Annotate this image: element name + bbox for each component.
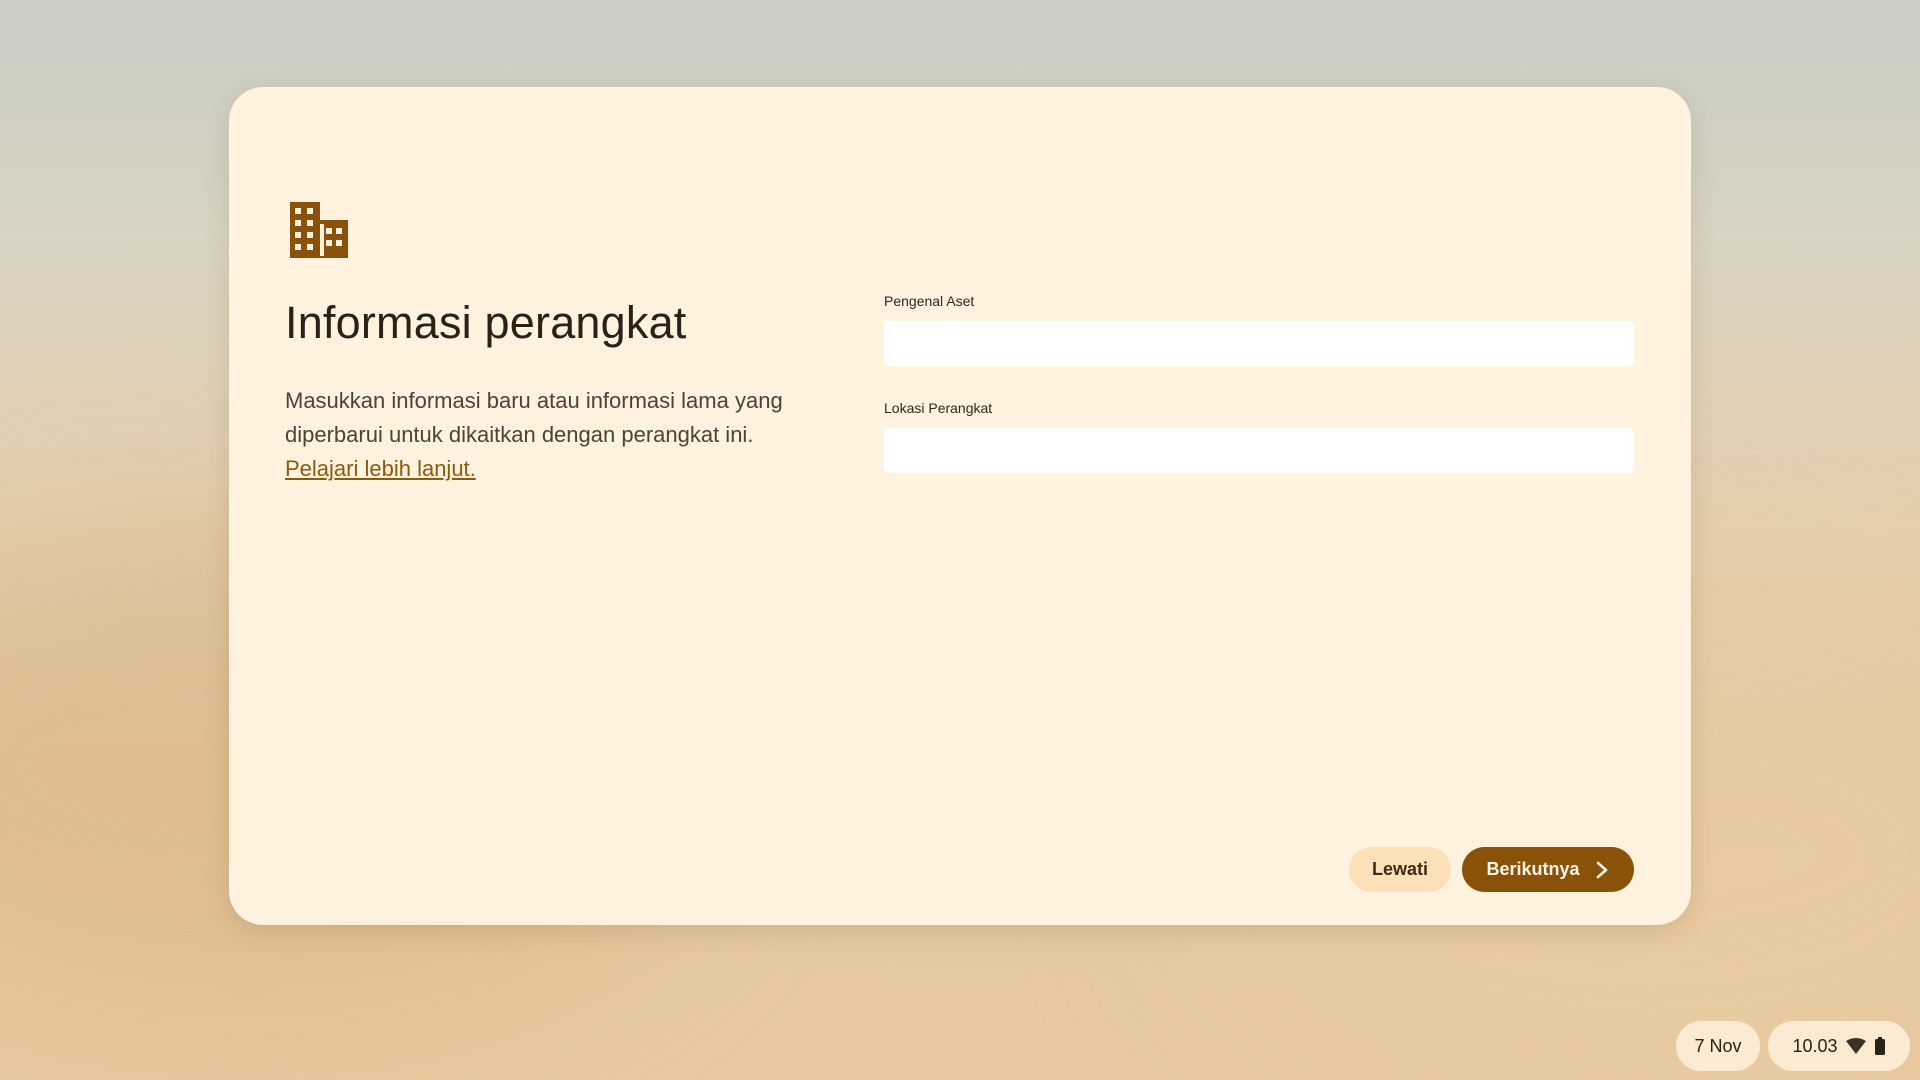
device-info-dialog: Informasi perangkat Masukkan informasi b… [229,87,1691,925]
next-button[interactable]: Berikutnya [1462,847,1634,892]
battery-icon [1874,1037,1885,1055]
page-title: Informasi perangkat [285,297,687,348]
page-description: Masukkan informasi baru atau informasi l… [285,384,805,486]
device-location-input[interactable] [884,428,1634,473]
building-icon [290,202,348,258]
date-text: 7 Nov [1694,1035,1742,1056]
next-button-label: Berikutnya [1486,859,1580,879]
device-location-label: Lokasi Perangkat [884,400,993,416]
description-text: Masukkan informasi baru atau informasi l… [285,388,783,447]
asset-id-input[interactable] [884,321,1634,366]
skip-button[interactable]: Lewati [1349,847,1451,892]
wifi-icon [1845,1038,1866,1054]
desktop-background: Informasi perangkat Masukkan informasi b… [0,0,1920,1080]
time-text: 10.03 [1792,1035,1838,1056]
learn-more-link[interactable]: Pelajari lebih lanjut. [285,456,476,481]
asset-id-label: Pengenal Aset [884,293,975,309]
shelf-date[interactable]: 7 Nov [1676,1021,1760,1071]
chevron-right-icon [1596,861,1607,878]
shelf-status-tray[interactable]: 10.03 [1768,1021,1910,1071]
